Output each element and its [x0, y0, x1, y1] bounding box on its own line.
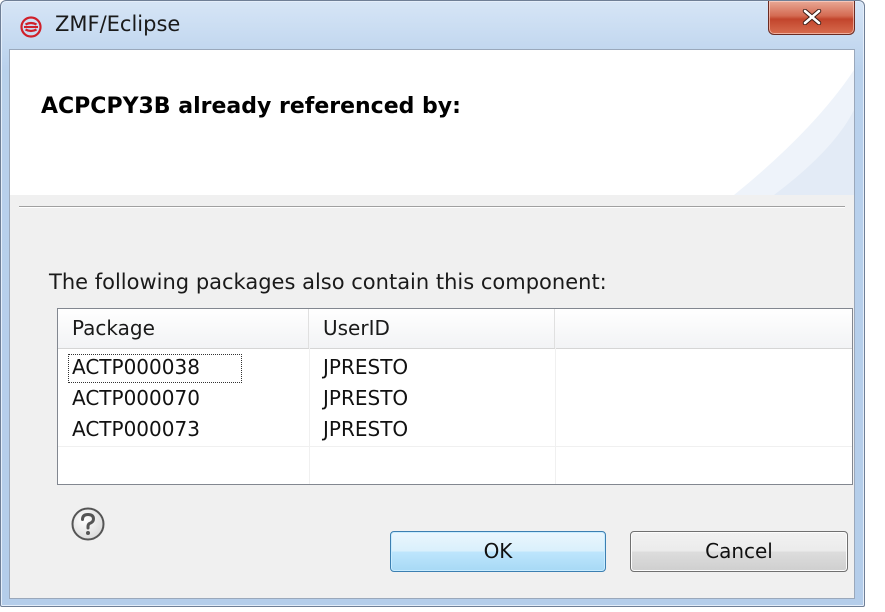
cell-package: ACTP000038 [72, 355, 200, 379]
header-decoration [734, 70, 854, 195]
dialog-window: ZMF/Eclipse ACPCPY3B already referenced … [0, 0, 865, 607]
title-bar[interactable]: ZMF/Eclipse [1, 1, 864, 45]
ok-button[interactable]: OK [390, 531, 606, 572]
cell-package: ACTP000070 [72, 386, 200, 410]
cell-userid: JPRESTO [323, 386, 409, 410]
packages-table[interactable]: Package UserID ACTP000038 JPRESTO ACTP00… [57, 308, 853, 485]
row-divider [58, 446, 852, 447]
close-button[interactable] [768, 1, 855, 35]
dialog-header: ACPCPY3B already referenced by: [10, 50, 854, 195]
table-row[interactable]: ACTP000070 JPRESTO [58, 383, 852, 414]
message-text: The following packages also contain this… [49, 270, 607, 294]
column-header-package[interactable]: Package [58, 309, 309, 348]
close-icon [802, 9, 822, 25]
table-row[interactable]: ACTP000038 JPRESTO [58, 352, 852, 383]
cancel-button[interactable]: Cancel [630, 531, 848, 572]
table-header: Package UserID [58, 309, 852, 349]
column-header-userid[interactable]: UserID [309, 309, 555, 348]
cell-userid: JPRESTO [323, 417, 409, 441]
header-separator [19, 206, 845, 208]
column-header-empty[interactable] [555, 309, 852, 348]
dialog-heading: ACPCPY3B already referenced by: [41, 94, 461, 119]
table-row[interactable]: ACTP000073 JPRESTO [58, 414, 852, 445]
background-strip [866, 0, 885, 612]
cell-userid: JPRESTO [323, 355, 409, 379]
cell-package: ACTP000073 [72, 417, 200, 441]
dialog-client-area: ACPCPY3B already referenced by: The foll… [9, 49, 855, 599]
serena-logo-icon [20, 16, 42, 38]
help-icon[interactable] [71, 507, 105, 541]
window-title: ZMF/Eclipse [55, 12, 181, 36]
